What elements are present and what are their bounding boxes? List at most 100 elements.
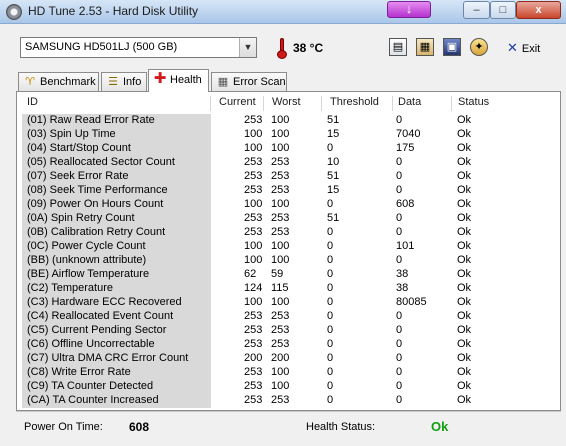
threshold-value: 0: [327, 380, 334, 392]
current-value: 253: [244, 310, 263, 322]
close-button[interactable]: x: [516, 1, 561, 19]
options-icon[interactable]: ✦: [470, 38, 488, 56]
column-header-threshold[interactable]: Threshold: [323, 96, 393, 111]
error-scan-icon: ▦: [217, 76, 229, 88]
exit-label: Exit: [521, 43, 541, 55]
attribute-id: (04) Start/Stop Count: [27, 142, 131, 154]
table-row[interactable]: (C9) TA Counter Detected 253 100 0 0 Ok: [20, 380, 500, 394]
thermometer-icon: [277, 38, 287, 59]
current-value: 253: [244, 324, 263, 336]
worst-value: 253: [271, 338, 290, 350]
table-row[interactable]: (C8) Write Error Rate 253 100 0 0 Ok: [20, 366, 500, 380]
table-row[interactable]: (C4) Reallocated Event Count 253 253 0 0 Ok: [20, 310, 500, 324]
threshold-value: 0: [327, 366, 334, 378]
attribute-id: (03) Spin Up Time: [27, 128, 116, 140]
status-value: Ok: [457, 268, 472, 280]
current-value: 253: [244, 156, 263, 168]
chevron-down-icon[interactable]: ▼: [239, 38, 256, 57]
table-row[interactable]: (08) Seek Time Performance 253 253 15 0 Ok: [20, 184, 500, 198]
title-bar: HD Tune 2.53 - Hard Disk Utility ↓ – □ x: [0, 0, 566, 24]
table-row[interactable]: (C6) Offline Uncorrectable 253 253 0 0 Ok: [20, 338, 500, 352]
table-row[interactable]: (09) Power On Hours Count 100 100 0 608 Ok: [20, 198, 500, 212]
table-row[interactable]: (05) Reallocated Sector Count 253 253 10 0 Ok: [20, 156, 500, 170]
column-header-data[interactable]: Data: [394, 96, 452, 111]
raw-data-value: 0: [396, 338, 403, 350]
save-icon[interactable]: ▣: [443, 38, 461, 56]
threshold-value: 51: [327, 114, 340, 126]
table-row[interactable]: (01) Raw Read Error Rate 253 100 51 0 Ok: [20, 114, 500, 128]
table-row[interactable]: (0A) Spin Retry Count 253 253 51 0 Ok: [20, 212, 500, 226]
status-value: Ok: [457, 240, 472, 252]
attribute-id: (C4) Reallocated Event Count: [27, 310, 174, 322]
table-row[interactable]: (BB) (unknown attribute) 100 100 0 0 Ok: [20, 254, 500, 268]
hdtune-disk-icon[interactable]: [6, 4, 22, 20]
tab-info[interactable]: ☰ Info: [101, 72, 147, 91]
drive-select[interactable]: SAMSUNG HD501LJ (500 GB) ▼: [20, 37, 257, 58]
table-row[interactable]: (C5) Current Pending Sector 253 253 0 0 Ok: [20, 324, 500, 338]
attribute-id: (C7) Ultra DMA CRC Error Count: [27, 352, 189, 364]
column-header-status[interactable]: Status: [453, 96, 500, 111]
status-value: Ok: [457, 380, 472, 392]
current-value: 253: [244, 380, 263, 392]
table-row[interactable]: (CA) TA Counter Increased 253 253 0 0 Ok: [20, 394, 500, 408]
raw-data-value: 7040: [396, 128, 421, 140]
current-value: 253: [244, 338, 263, 350]
threshold-value: 15: [327, 128, 340, 140]
attribute-id: (BB) (unknown attribute): [27, 254, 147, 266]
copy-screenshot-icon[interactable]: ▦: [416, 38, 434, 56]
minimize-button[interactable]: –: [463, 1, 490, 19]
table-row[interactable]: (0B) Calibration Retry Count 253 253 0 0 Ok: [20, 226, 500, 240]
worst-value: 100: [271, 128, 290, 140]
worst-value: 100: [271, 114, 290, 126]
table-row[interactable]: (C3) Hardware ECC Recovered 100 100 0 80085 O…: [20, 296, 500, 310]
table-row[interactable]: (03) Spin Up Time 100 100 15 7040 Ok: [20, 128, 500, 142]
status-value: Ok: [457, 114, 472, 126]
attribute-id: (C3) Hardware ECC Recovered: [27, 296, 182, 308]
raw-data-value: 0: [396, 184, 403, 196]
threshold-value: 0: [327, 338, 334, 350]
temperature-readout: 38 °C: [293, 41, 324, 55]
status-value: Ok: [457, 310, 472, 322]
tab-benchmark[interactable]: ♈ Benchmark: [18, 72, 99, 91]
exit-button[interactable]: ✕ Exit: [507, 40, 540, 56]
tab-label: Error Scan: [233, 76, 286, 88]
worst-value: 200: [271, 352, 290, 364]
attribute-id: (05) Reallocated Sector Count: [27, 156, 175, 168]
attribute-id: (07) Seek Error Rate: [27, 170, 129, 182]
tab-label: Health: [170, 74, 202, 86]
current-value: 100: [244, 240, 263, 252]
download-arrow-button[interactable]: ↓: [387, 1, 431, 18]
tab-health[interactable]: ✚ Health: [148, 69, 209, 92]
status-value: Ok: [457, 282, 472, 294]
table-row[interactable]: (07) Seek Error Rate 253 253 51 0 Ok: [20, 170, 500, 184]
table-row[interactable]: (04) Start/Stop Count 100 100 0 175 Ok: [20, 142, 500, 156]
column-header-current[interactable]: Current: [212, 96, 264, 111]
table-row[interactable]: (BE) Airflow Temperature 62 59 0 38 Ok: [20, 268, 500, 282]
table-row[interactable]: (C7) Ultra DMA CRC Error Count 200 200 0 0 Ok: [20, 352, 500, 366]
current-value: 200: [244, 352, 263, 364]
status-value: Ok: [457, 198, 472, 210]
maximize-button[interactable]: □: [490, 1, 516, 19]
column-header-worst[interactable]: Worst: [265, 96, 322, 111]
threshold-value: 0: [327, 240, 334, 252]
raw-data-value: 175: [396, 142, 415, 154]
raw-data-value: 0: [396, 226, 403, 238]
worst-value: 253: [271, 156, 290, 168]
status-divider: [16, 411, 561, 412]
worst-value: 253: [271, 184, 290, 196]
table-row[interactable]: (C2) Temperature 124 115 0 38 Ok: [20, 282, 500, 296]
attribute-id: (0B) Calibration Retry Count: [27, 226, 166, 238]
current-value: 253: [244, 170, 263, 182]
copy-text-icon[interactable]: ▤: [389, 38, 407, 56]
column-header-id[interactable]: ID: [20, 96, 211, 111]
current-value: 253: [244, 212, 263, 224]
status-value: Ok: [457, 394, 472, 406]
health-status-label: Health Status:: [306, 421, 376, 433]
tab-error-scan[interactable]: ▦ Error Scan: [211, 72, 287, 91]
current-value: 253: [244, 366, 263, 378]
threshold-value: 0: [327, 310, 334, 322]
table-row[interactable]: (0C) Power Cycle Count 100 100 0 101 Ok: [20, 240, 500, 254]
attribute-id: (01) Raw Read Error Rate: [27, 114, 155, 126]
raw-data-value: 80085: [396, 296, 427, 308]
current-value: 100: [244, 128, 263, 140]
